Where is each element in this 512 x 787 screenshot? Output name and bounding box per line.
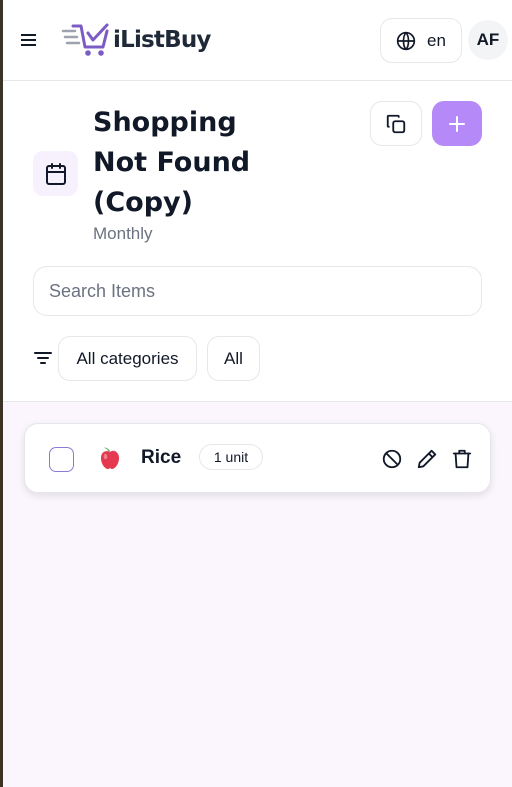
cart-logo-icon	[61, 23, 109, 56]
app-logo[interactable]: iListBuy	[61, 22, 211, 58]
item-checkbox[interactable]	[49, 447, 74, 472]
calendar-badge	[33, 151, 78, 196]
app-header: iListBuy en AF	[3, 0, 512, 81]
items-list: Rice 1 unit	[3, 401, 512, 787]
list-frequency: Monthly	[93, 224, 153, 243]
category-filter-button[interactable]: All categories	[58, 336, 197, 381]
list-item[interactable]: Rice 1 unit	[24, 423, 491, 493]
delete-item-button[interactable]	[450, 447, 474, 471]
quantity-badge: 1 unit	[199, 444, 263, 470]
copy-icon	[386, 114, 406, 133]
list-title: Shopping Not Found (Copy)	[93, 107, 251, 218]
user-avatar[interactable]: AF	[468, 20, 508, 60]
globe-icon	[396, 30, 416, 51]
logo-text: iListBuy	[113, 27, 211, 53]
trash-icon	[452, 449, 472, 469]
add-item-button[interactable]	[432, 101, 482, 146]
language-button[interactable]: en	[380, 18, 462, 63]
plus-icon	[449, 115, 465, 132]
copy-list-button[interactable]	[370, 101, 422, 146]
filter-icon	[33, 348, 53, 368]
calendar-icon	[45, 162, 66, 185]
menu-button[interactable]	[15, 26, 43, 54]
hamburger-icon	[21, 34, 36, 46]
apple-icon	[101, 447, 119, 469]
item-name: Rice	[141, 447, 182, 468]
edit-item-button[interactable]	[415, 447, 439, 471]
search-input[interactable]	[33, 266, 482, 316]
language-label: en	[427, 30, 446, 50]
pencil-icon	[417, 449, 437, 469]
status-filter-button[interactable]: All	[207, 336, 260, 381]
mark-not-found-button[interactable]	[380, 447, 404, 471]
ban-icon	[382, 449, 402, 469]
